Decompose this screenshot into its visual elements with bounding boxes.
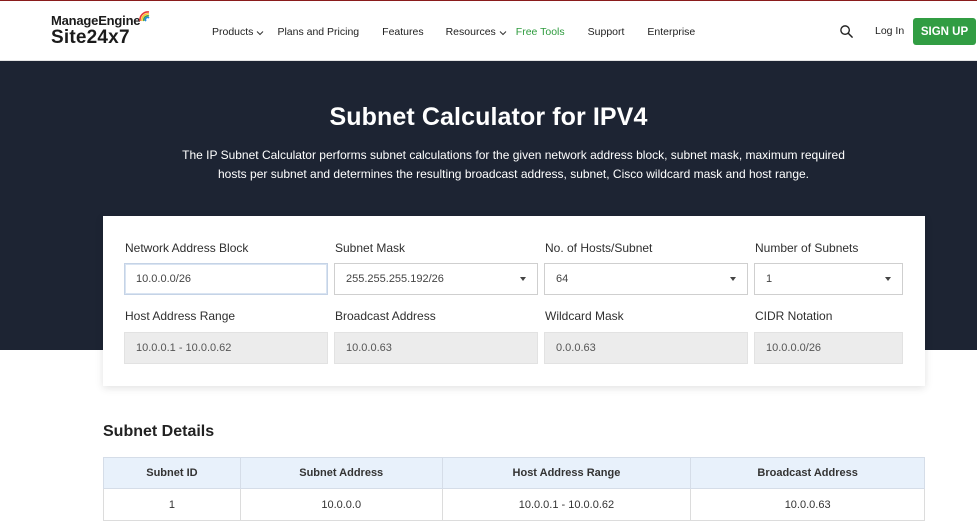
nav-free-tools[interactable]: Free Tools (516, 26, 565, 38)
brand-manageengine: ManageEngine (51, 13, 141, 28)
nav-plans-pricing[interactable]: Plans and Pricing (277, 26, 359, 38)
column-header-subnet-id: Subnet ID (103, 457, 241, 489)
subnet-calculator-card: Network Address Block Subnet Mask No. of… (103, 216, 925, 386)
subnet-mask-value: 255.255.255.192/26 (346, 273, 444, 285)
subnet-details-heading: Subnet Details (103, 423, 215, 440)
wildcard-value: 0.0.0.63 (556, 342, 596, 354)
cell-host-range: 10.0.0.1 - 10.0.0.62 (441, 488, 692, 521)
wildcard-label: Wildcard Mask (545, 309, 624, 323)
search-icon[interactable] (839, 24, 854, 39)
host-range-output: 10.0.0.1 - 10.0.0.62 (124, 332, 328, 364)
signup-button[interactable]: SIGN UP (913, 18, 976, 45)
nav-products[interactable]: Products (212, 25, 265, 38)
cell-broadcast: 10.0.0.63 (690, 488, 925, 521)
main-nav: Products Plans and Pricing Features Reso… (212, 25, 695, 38)
site-header: ManageEngine Site24x7 Products Plans and… (0, 0, 977, 61)
caret-down-icon (730, 277, 736, 281)
brand-site24x7: Site24x7 (51, 27, 130, 48)
subnet-mask-label: Subnet Mask (335, 241, 406, 255)
broadcast-label: Broadcast Address (335, 309, 436, 323)
hosts-per-subnet-label: No. of Hosts/Subnet (545, 241, 653, 255)
nav-enterprise[interactable]: Enterprise (647, 26, 695, 38)
nav-resources[interactable]: Resources (446, 25, 508, 38)
page-description: The IP Subnet Calculator performs subnet… (180, 146, 847, 184)
subnet-details-table: Subnet ID Subnet Address Host Address Ra… (103, 457, 925, 521)
nav-enterprise-label: Enterprise (647, 25, 696, 38)
caret-down-icon (520, 277, 526, 281)
nav-support[interactable]: Support (588, 26, 625, 38)
site24x7-logo[interactable]: ManageEngine Site24x7 (51, 11, 150, 49)
page-description-line2: hosts per subnet and determines the resu… (218, 167, 809, 181)
nav-resources-label: Resources (445, 25, 496, 38)
nav-products-label: Products (212, 25, 254, 38)
column-header-subnet-address: Subnet Address (239, 457, 443, 489)
subnet-mask-select[interactable]: 255.255.255.192/26 (334, 263, 538, 295)
network-address-value: 10.0.0.0/26 (136, 273, 192, 285)
chevron-down-icon (499, 31, 507, 36)
table-header-row: Subnet ID Subnet Address Host Address Ra… (103, 457, 925, 489)
cell-subnet-id: 1 (103, 488, 241, 521)
hosts-per-subnet-value: 64 (556, 273, 569, 285)
wildcard-output: 0.0.0.63 (544, 332, 748, 364)
logo-arc-icon (139, 11, 150, 22)
hosts-per-subnet-select[interactable]: 64 (544, 263, 748, 295)
login-link[interactable]: Log In (875, 25, 904, 37)
nav-free-tools-label: Free Tools (515, 25, 565, 38)
broadcast-value: 10.0.0.63 (346, 342, 392, 354)
nav-features[interactable]: Features (382, 26, 423, 38)
cidr-value: 10.0.0.0/26 (766, 342, 822, 354)
page-title: Subnet Calculator for IPV4 (329, 103, 648, 131)
host-range-value: 10.0.0.1 - 10.0.0.62 (136, 342, 232, 354)
host-range-label: Host Address Range (125, 309, 236, 323)
cidr-label: CIDR Notation (755, 309, 833, 323)
nav-support-label: Support (587, 25, 625, 38)
chevron-down-icon (257, 31, 264, 36)
nav-features-label: Features (382, 25, 424, 38)
table-row: 1 10.0.0.0 10.0.0.1 - 10.0.0.62 10.0.0.6… (103, 488, 925, 521)
caret-down-icon (885, 277, 891, 281)
column-header-host-range: Host Address Range (441, 457, 692, 489)
network-address-input[interactable]: 10.0.0.0/26 (124, 263, 328, 295)
cidr-output: 10.0.0.0/26 (754, 332, 903, 364)
cell-subnet-address: 10.0.0.0 (239, 488, 443, 521)
number-of-subnets-label: Number of Subnets (755, 241, 859, 255)
column-header-broadcast: Broadcast Address (690, 457, 925, 489)
number-of-subnets-value: 1 (766, 273, 773, 285)
broadcast-output: 10.0.0.63 (334, 332, 538, 364)
number-of-subnets-select[interactable]: 1 (754, 263, 903, 295)
nav-plans-pricing-label: Plans and Pricing (277, 25, 360, 38)
page-description-line1: The IP Subnet Calculator performs subnet… (182, 148, 845, 162)
network-address-label: Network Address Block (125, 241, 249, 255)
